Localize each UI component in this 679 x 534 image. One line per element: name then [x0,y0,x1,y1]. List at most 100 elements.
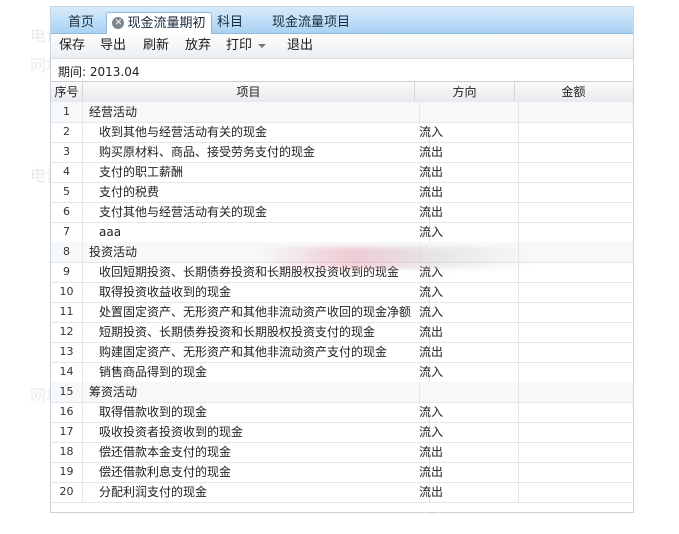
amount-cell[interactable] [515,422,632,442]
direction-cell: 流入 [415,222,519,242]
category-row[interactable]: 1 经营活动 [51,102,633,123]
amount-cell[interactable] [515,242,632,262]
amount-cell[interactable] [515,342,632,362]
tab-accounts[interactable]: 科目 [213,12,247,33]
header-no[interactable]: 序号 [51,82,83,102]
table-row[interactable]: 5 支付的税费 流出 [51,182,633,203]
row-number: 7 [51,222,83,242]
period-label: 期间: 2013.04 [58,65,140,79]
tab-cash-flow-items[interactable]: 现金流量项目 [256,12,366,33]
cash-flow-opening-window: 首页 ✕ 现金流量期初 科目 现金流量项目 保存 导出 刷新 放弃 打印 退出 期… [50,6,634,513]
table-row[interactable]: 13 购建固定资产、无形资产和其他非流动资产支付的现金 流出 [51,342,633,363]
amount-cell[interactable] [515,202,632,222]
amount-cell[interactable] [515,402,632,422]
direction-cell: 流出 [415,142,519,162]
direction-cell: 流出 [415,202,519,222]
direction-cell [415,102,519,122]
item-name: 购买原材料、商品、接受劳务支付的现金 [83,142,430,162]
row-number: 10 [51,282,83,302]
row-number: 14 [51,362,83,382]
direction-cell: 流入 [415,422,519,442]
amount-cell[interactable] [515,322,632,342]
tab-cash-flow-opening[interactable]: ✕ 现金流量期初 [106,12,212,34]
item-name: 筹资活动 [83,382,420,402]
category-row[interactable]: 15 筹资活动 [51,382,633,403]
item-name: 投资活动 [83,242,420,262]
amount-cell[interactable] [515,142,632,162]
amount-cell[interactable] [515,222,632,242]
direction-cell: 流入 [415,262,519,282]
direction-cell [415,382,519,402]
item-name: 支付的职工薪酬 [83,162,430,182]
table-row[interactable]: 3 购买原材料、商品、接受劳务支付的现金 流出 [51,142,633,163]
item-name: 收到其他与经营活动有关的现金 [83,122,430,142]
direction-cell: 流入 [415,122,519,142]
close-icon[interactable]: ✕ [112,16,125,29]
amount-cell[interactable] [515,462,632,482]
amount-cell[interactable] [515,262,632,282]
direction-cell: 流出 [415,462,519,482]
amount-cell[interactable] [515,122,632,142]
print-label: 打印 [226,38,253,53]
tab-label: 科目 [216,15,243,30]
direction-cell [415,242,519,262]
table-row[interactable]: 6 支付其他与经营活动有关的现金 流出 [51,202,633,223]
header-amount[interactable]: 金额 [515,82,632,102]
header-direction[interactable]: 方向 [415,82,515,102]
tab-label: 现金流量项目 [271,15,350,30]
amount-cell[interactable] [515,362,632,382]
category-row[interactable]: 8 投资活动 [51,242,633,263]
item-name: 销售商品得到的现金 [83,362,430,382]
discard-button[interactable]: 放弃 [185,37,211,55]
amount-cell[interactable] [515,102,632,122]
exit-button[interactable]: 退出 [287,37,313,55]
row-number: 13 [51,342,83,362]
table-row[interactable]: 7 aaa 流入 [51,222,633,243]
direction-cell: 流出 [415,442,519,462]
tab-bar: 首页 ✕ 现金流量期初 科目 现金流量项目 [51,7,633,34]
table-row[interactable]: 4 支付的职工薪酬 流出 [51,162,633,183]
amount-cell[interactable] [515,162,632,182]
amount-cell[interactable] [515,302,632,322]
item-name: 短期投资、长期债券投资和长期股权投资支付的现金 [83,322,430,342]
direction-cell: 流出 [415,322,519,342]
refresh-button[interactable]: 刷新 [143,37,169,55]
amount-cell[interactable] [515,282,632,302]
amount-cell[interactable] [515,482,632,502]
table-row[interactable]: 14 销售商品得到的现金 流入 [51,362,633,383]
table-row[interactable]: 16 取得借款收到的现金 流入 [51,402,633,423]
table-row[interactable]: 20 分配利润支付的现金 流出 [51,482,633,503]
item-name: aaa [83,222,430,242]
direction-cell: 流出 [415,482,519,502]
chevron-down-icon [258,43,267,48]
table-row[interactable]: 10 取得投资收益收到的现金 流入 [51,282,633,303]
table-row[interactable]: 17 吸收投资者投资收到的现金 流入 [51,422,633,443]
direction-cell: 流入 [415,362,519,382]
export-button[interactable]: 导出 [100,37,126,55]
tab-home[interactable]: 首页 [61,12,101,33]
table-row[interactable]: 9 收回短期投资、长期债券投资和长期股权投资收到的现金 流入 [51,262,633,283]
table-row[interactable]: 2 收到其他与经营活动有关的现金 流入 [51,122,633,143]
table-row[interactable]: 12 短期投资、长期债券投资和长期股权投资支付的现金 流出 [51,322,633,343]
item-name: 取得借款收到的现金 [83,402,430,422]
direction-cell: 流出 [415,162,519,182]
table-row[interactable]: 19 偿还借款利息支付的现金 流出 [51,462,633,483]
table-row[interactable]: 18 偿还借款本金支付的现金 流出 [51,442,633,463]
direction-cell: 流出 [415,182,519,202]
save-button[interactable]: 保存 [59,37,85,55]
print-button[interactable]: 打印 [226,37,267,55]
item-name: 支付其他与经营活动有关的现金 [83,202,430,222]
amount-cell[interactable] [515,442,632,462]
table-row[interactable]: 11 处置固定资产、无形资产和其他非流动资产收回的现金净额 流入 [51,302,633,323]
item-name: 处置固定资产、无形资产和其他非流动资产收回的现金净额 [83,302,430,322]
direction-cell: 流入 [415,402,519,422]
item-name: 经营活动 [83,102,420,122]
row-number: 16 [51,402,83,422]
amount-cell[interactable] [515,182,632,202]
item-name: 偿还借款利息支付的现金 [83,462,430,482]
item-name: 购建固定资产、无形资产和其他非流动资产支付的现金 [83,342,430,362]
item-name: 收回短期投资、长期债券投资和长期股权投资收到的现金 [83,262,430,282]
row-number: 8 [51,242,83,262]
amount-cell[interactable] [515,382,632,402]
header-item[interactable]: 项目 [83,82,415,102]
